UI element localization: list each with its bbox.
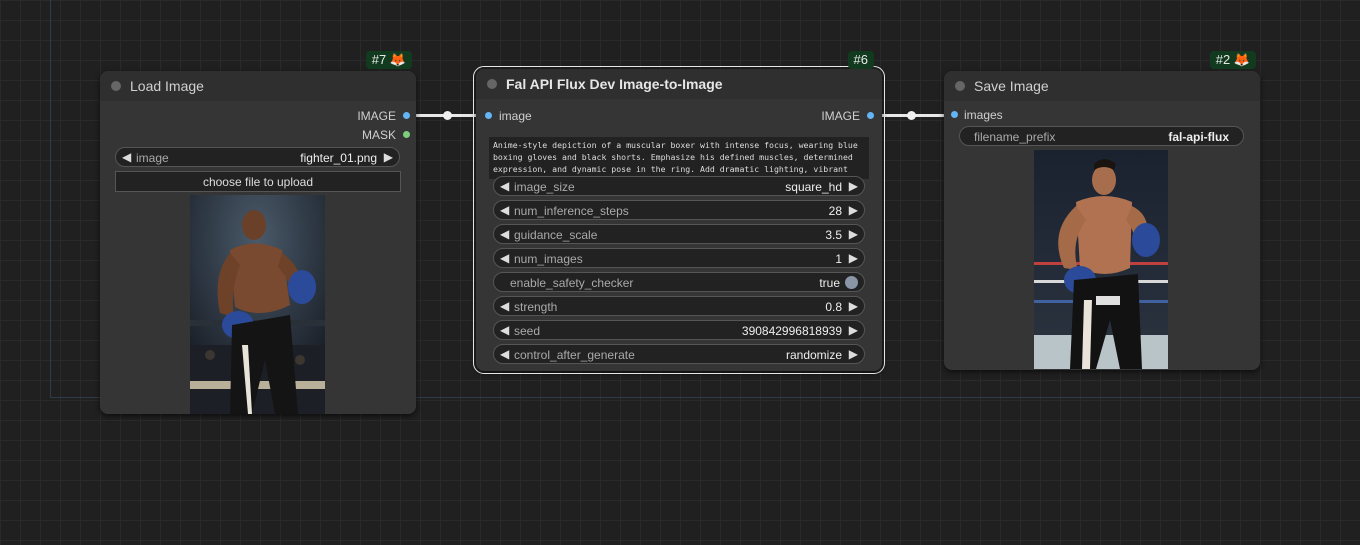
widget-label: num_inference_steps xyxy=(514,204,629,218)
anime-boxer-preview xyxy=(1034,150,1168,369)
widget-label: strength xyxy=(514,300,558,314)
safety-checker-toggle[interactable]: enable_safety_checker true xyxy=(493,272,865,292)
widget-label: image_size xyxy=(514,180,575,194)
widget-label: filename_prefix xyxy=(974,130,1056,144)
boxer-photo-preview xyxy=(190,195,325,414)
widget-value: 0.8 xyxy=(825,300,842,314)
widget-value: randomize xyxy=(785,348,842,362)
arrow-right-icon[interactable]: ▶ xyxy=(849,323,858,337)
node-id-badge: #7 🦊 xyxy=(365,51,412,69)
arrow-right-icon[interactable]: ▶ xyxy=(849,251,858,265)
prompt-textarea[interactable]: Anime-style depiction of a muscular boxe… xyxy=(489,137,869,179)
arrow-left-icon[interactable]: ◀ xyxy=(500,179,509,193)
node-title-text: Fal API Flux Dev Image-to-Image xyxy=(506,76,723,92)
arrow-left-icon[interactable]: ◀ xyxy=(500,251,509,265)
widget-value: true xyxy=(819,276,840,290)
image-combo-widget[interactable]: ◀ image fighter_01.png ▶ xyxy=(115,147,400,167)
arrow-right-icon[interactable]: ▶ xyxy=(849,299,858,313)
collapse-dot-icon[interactable] xyxy=(111,81,121,91)
arrow-right-icon[interactable]: ▶ xyxy=(849,203,858,217)
filename-prefix-widget[interactable]: filename_prefix fal-api-flux xyxy=(959,126,1244,146)
arrow-right-icon[interactable]: ▶ xyxy=(849,347,858,361)
widget-value: square_hd xyxy=(785,180,842,194)
guidance-scale-widget[interactable]: ◀ guidance_scale 3.5 ▶ xyxy=(493,224,865,244)
output-image-socket[interactable] xyxy=(867,112,874,119)
input-image-socket[interactable] xyxy=(485,112,492,119)
canvas-group-border-left xyxy=(50,0,51,397)
image-size-widget[interactable]: ◀ image_size square_hd ▶ xyxy=(493,176,865,196)
arrow-left-icon[interactable]: ◀ xyxy=(122,150,131,164)
seed-widget[interactable]: ◀ seed 390842996818939 ▶ xyxy=(493,320,865,340)
output-image-socket[interactable] xyxy=(403,112,410,119)
widget-value: 1 xyxy=(835,252,842,266)
widget-label: seed xyxy=(514,324,541,338)
arrow-right-icon[interactable]: ▶ xyxy=(384,150,393,164)
input-image-label: image xyxy=(499,109,532,123)
link-midpoint[interactable] xyxy=(907,111,916,120)
arrow-left-icon[interactable]: ◀ xyxy=(500,323,509,337)
widget-value: 28 xyxy=(828,204,842,218)
control-after-generate-widget[interactable]: ◀ control_after_generate randomize ▶ xyxy=(493,344,865,364)
output-image-label: IMAGE xyxy=(821,109,860,123)
collapse-dot-icon[interactable] xyxy=(487,79,497,89)
node-title-text: Save Image xyxy=(974,78,1049,94)
fal-flux-img2img-node[interactable]: Fal API Flux Dev Image-to-Image image IM… xyxy=(473,51,885,374)
arrow-left-icon[interactable]: ◀ xyxy=(500,299,509,313)
arrow-left-icon[interactable]: ◀ xyxy=(500,203,509,217)
num-images-widget[interactable]: ◀ num_images 1 ▶ xyxy=(493,248,865,268)
arrow-right-icon[interactable]: ▶ xyxy=(849,179,858,193)
widget-label: guidance_scale xyxy=(514,228,598,242)
load-image-node[interactable]: Load Image IMAGE MASK ◀ image fighter_01… xyxy=(100,51,416,414)
arrow-left-icon[interactable]: ◀ xyxy=(500,347,509,361)
link-midpoint[interactable] xyxy=(443,111,452,120)
output-mask-socket[interactable] xyxy=(403,131,410,138)
node-id-badge: #2 🦊 xyxy=(1209,51,1256,69)
widget-label: enable_safety_checker xyxy=(510,276,634,290)
arrow-left-icon[interactable]: ◀ xyxy=(500,227,509,241)
collapse-dot-icon[interactable] xyxy=(955,81,965,91)
toggle-knob-icon[interactable] xyxy=(845,276,858,289)
node-id-badge: #6 xyxy=(847,51,874,69)
strength-widget[interactable]: ◀ strength 0.8 ▶ xyxy=(493,296,865,316)
node-title-text: Load Image xyxy=(130,78,204,94)
widget-label: image xyxy=(136,151,169,165)
widget-value: 390842996818939 xyxy=(741,324,842,338)
widget-value: fighter_01.png xyxy=(300,151,377,165)
output-image-label: IMAGE xyxy=(357,109,396,123)
upload-button[interactable]: choose file to upload xyxy=(115,171,401,192)
arrow-right-icon[interactable]: ▶ xyxy=(849,227,858,241)
node-title[interactable]: Fal API Flux Dev Image-to-Image xyxy=(476,69,882,99)
save-image-node[interactable]: Save Image images filename_prefix fal-ap… xyxy=(944,51,1260,370)
widget-label: control_after_generate xyxy=(514,348,635,362)
output-mask-label: MASK xyxy=(361,128,396,142)
node-title[interactable]: Save Image xyxy=(944,71,1260,101)
widget-value: fal-api-flux xyxy=(1168,130,1229,144)
num-inference-steps-widget[interactable]: ◀ num_inference_steps 28 ▶ xyxy=(493,200,865,220)
widget-value: 3.5 xyxy=(825,228,842,242)
input-images-label: images xyxy=(964,108,1003,122)
node-title[interactable]: Load Image xyxy=(100,71,416,101)
input-images-socket[interactable] xyxy=(951,111,958,118)
widget-label: num_images xyxy=(514,252,583,266)
